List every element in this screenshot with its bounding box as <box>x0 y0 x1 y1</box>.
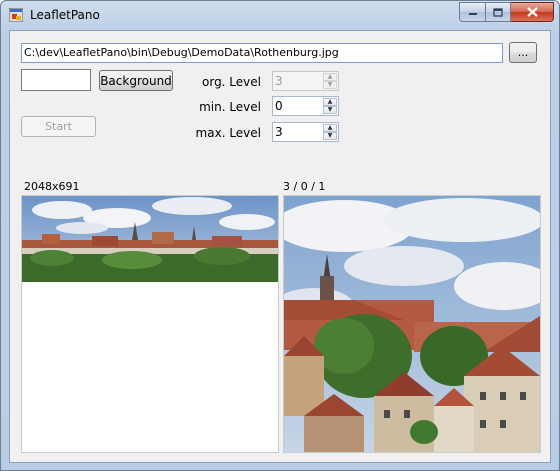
min-level-spinner[interactable]: 0 ▲ ▼ <box>272 96 339 116</box>
min-level-arrows: ▲ ▼ <box>323 98 337 114</box>
minimize-icon <box>468 13 477 15</box>
window-title: LeafletPano <box>30 8 100 22</box>
min-level-label: min. Level <box>199 100 261 114</box>
app-window: LeafletPano ... Background Start org. Le… <box>0 0 560 471</box>
spin-down-icon: ▼ <box>323 81 337 89</box>
tile-image <box>284 196 540 452</box>
org-level-spinner: 3 ▲ ▼ <box>272 71 339 91</box>
minimize-button[interactable] <box>459 2 486 22</box>
max-level-arrows: ▲ ▼ <box>323 124 337 140</box>
org-level-arrows: ▲ ▼ <box>323 73 337 89</box>
image-path-field[interactable] <box>21 43 503 63</box>
app-icon <box>9 8 23 22</box>
max-level-label: max. Level <box>195 126 261 140</box>
start-button[interactable]: Start <box>21 116 96 137</box>
background-color-field[interactable] <box>21 69 91 91</box>
max-level-spinner[interactable]: 3 ▲ ▼ <box>272 122 339 142</box>
min-level-value[interactable]: 0 <box>275 99 283 113</box>
caption-buttons <box>459 2 554 22</box>
source-image-panel <box>21 195 279 453</box>
close-icon <box>526 7 538 17</box>
org-level-label: org. Level <box>202 75 261 89</box>
tile-coord-label: 3 / 0 / 1 <box>283 180 326 193</box>
browse-button[interactable]: ... <box>509 42 537 63</box>
client-area: ... Background Start org. Level 3 ▲ ▼ mi… <box>9 30 551 463</box>
org-level-value: 3 <box>275 74 283 88</box>
maximize-icon <box>493 7 503 17</box>
panorama-image <box>22 196 278 452</box>
close-button[interactable] <box>511 2 554 22</box>
spin-down-icon[interactable]: ▼ <box>323 132 337 140</box>
spin-up-icon: ▲ <box>323 73 337 81</box>
spin-up-icon[interactable]: ▲ <box>323 124 337 132</box>
max-level-value[interactable]: 3 <box>275 125 283 139</box>
spin-up-icon[interactable]: ▲ <box>323 98 337 106</box>
title-bar[interactable]: LeafletPano <box>1 1 559 29</box>
image-size-label: 2048x691 <box>24 180 80 193</box>
spin-down-icon[interactable]: ▼ <box>323 106 337 114</box>
tile-preview-panel <box>283 195 541 453</box>
maximize-button[interactable] <box>486 2 511 22</box>
